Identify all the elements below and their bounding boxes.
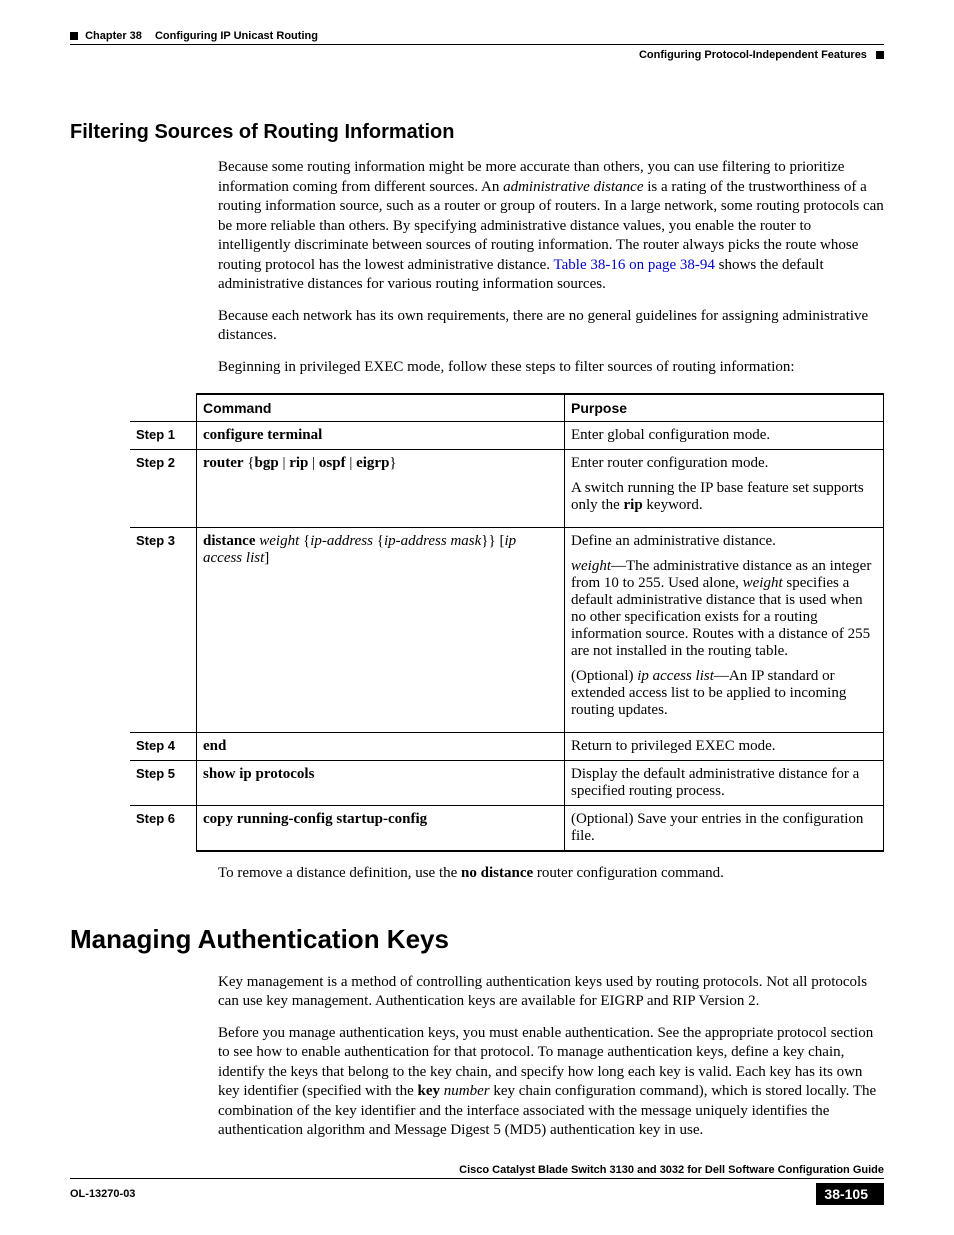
column-header-command: Command: [197, 394, 565, 422]
table-row: Step 4 end Return to privileged EXEC mod…: [130, 733, 884, 761]
paragraph: Because each network has its own require…: [218, 307, 884, 346]
text: To remove a distance definition, use the: [218, 865, 461, 881]
table-row: Step 2 router {bgp | rip | ospf | eigrp}…: [130, 450, 884, 528]
command-cell: distance weight {ip-address {ip-address …: [197, 528, 565, 733]
guide-title: Cisco Catalyst Blade Switch 3130 and 303…: [70, 1164, 884, 1179]
section-heading-filtering: Filtering Sources of Routing Information: [70, 121, 884, 144]
purpose-cell: Enter router configuration mode.A switch…: [565, 450, 884, 528]
purpose-cell: (Optional) Save your entries in the conf…: [565, 806, 884, 852]
table-row: Step 5 show ip protocols Display the def…: [130, 761, 884, 806]
command-cell: configure terminal: [197, 422, 565, 450]
step-label: Step 3: [130, 528, 197, 733]
paragraph: Beginning in privileged EXEC mode, follo…: [218, 358, 884, 378]
command-cell: show ip protocols: [197, 761, 565, 806]
cross-reference-link[interactable]: Table 38-16 on page 38-94: [554, 257, 715, 273]
purpose-cell: Return to privileged EXEC mode.: [565, 733, 884, 761]
page-number-end-icon: [876, 1183, 884, 1205]
chapter-number: Chapter 38: [85, 30, 142, 42]
command-cell: end: [197, 733, 565, 761]
section-heading-managing: Managing Authentication Keys: [70, 924, 884, 955]
chapter-title: Configuring IP Unicast Routing: [155, 30, 318, 42]
page-footer: Cisco Catalyst Blade Switch 3130 and 303…: [70, 1164, 884, 1205]
table-row: Step 1 configure terminal Enter global c…: [130, 422, 884, 450]
purpose-cell: Display the default administrative dista…: [565, 761, 884, 806]
doc-number: OL-13270-03: [70, 1188, 135, 1200]
page-header: Chapter 38 Configuring IP Unicast Routin…: [70, 30, 884, 61]
step-label: Step 1: [130, 422, 197, 450]
step-label: Step 5: [130, 761, 197, 806]
command-cell: copy running-config startup-config: [197, 806, 565, 852]
header-square-icon: [70, 32, 78, 40]
table-row: Step 3 distance weight {ip-address {ip-a…: [130, 528, 884, 733]
step-label: Step 2: [130, 450, 197, 528]
column-header-purpose: Purpose: [565, 394, 884, 422]
page-number: 38-105: [816, 1183, 876, 1205]
purpose-cell: Define an administrative distance.weight…: [565, 528, 884, 733]
paragraph: Because some routing information might b…: [218, 158, 884, 295]
command-keyword: no distance: [461, 865, 533, 881]
text: router configuration command.: [533, 865, 724, 881]
header-square-icon: [876, 51, 884, 59]
section-title: Configuring Protocol-Independent Feature…: [639, 49, 867, 61]
paragraph: To remove a distance definition, use the…: [218, 864, 884, 884]
paragraph: Key management is a method of controllin…: [218, 973, 884, 1012]
command-cell: router {bgp | rip | ospf | eigrp}: [197, 450, 565, 528]
table-row: Step 6 copy running-config startup-confi…: [130, 806, 884, 852]
step-label: Step 6: [130, 806, 197, 852]
command-table: Command Purpose Step 1 configure termina…: [130, 393, 884, 852]
step-label: Step 4: [130, 733, 197, 761]
command-keyword: key: [418, 1083, 441, 1099]
command-arg: number: [444, 1083, 490, 1099]
term-administrative-distance: administrative distance: [503, 179, 643, 195]
purpose-cell: Enter global configuration mode.: [565, 422, 884, 450]
paragraph: Before you manage authentication keys, y…: [218, 1024, 884, 1141]
